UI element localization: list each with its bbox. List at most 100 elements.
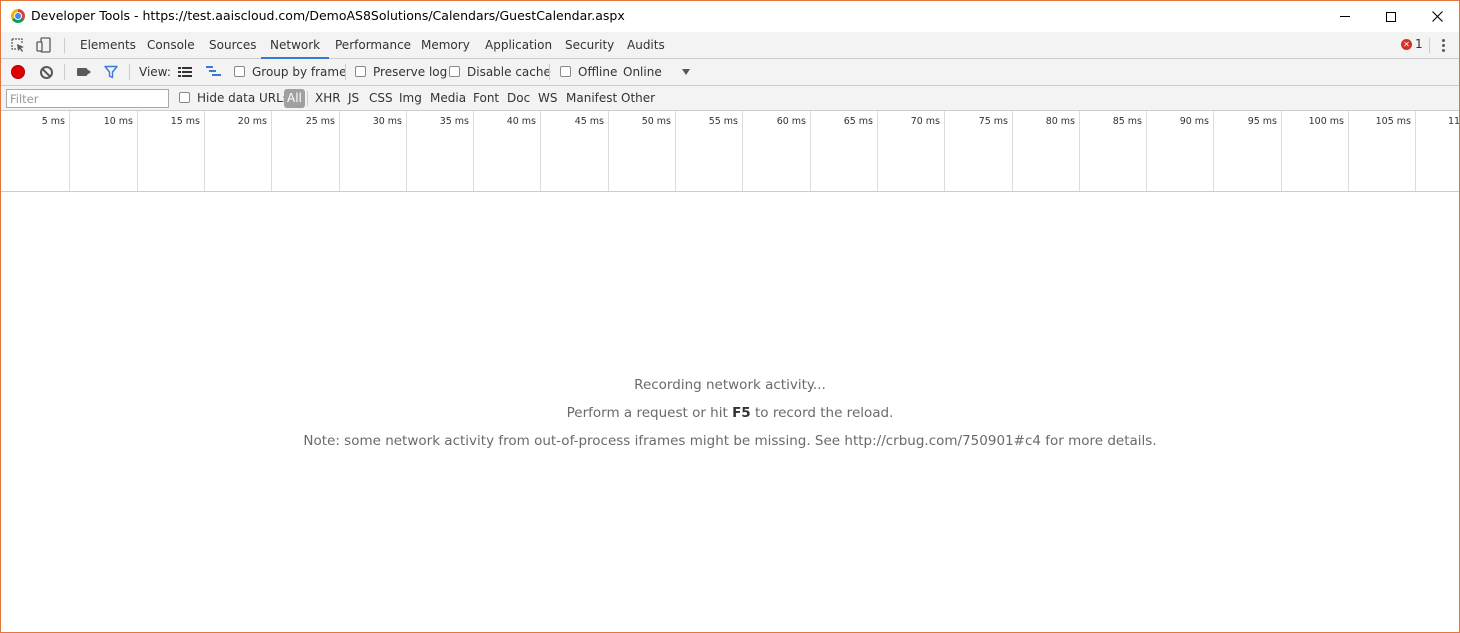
timeline-tick-label: 100 ms [1308, 116, 1344, 127]
timeline-tick-label: 15 ms [170, 116, 200, 127]
type-filter-font[interactable]: Font [473, 91, 499, 105]
timeline-tick-label: 55 ms [708, 116, 738, 127]
timeline-tick-label: 25 ms [305, 116, 335, 127]
timeline-gridline [473, 111, 474, 191]
timeline-tick-label: 75 ms [978, 116, 1008, 127]
timeline-tick-label: 85 ms [1112, 116, 1142, 127]
reload-hint-prefix: Perform a request or hit [566, 405, 733, 421]
group-by-frame-label: Group by frame [252, 65, 347, 79]
timeline-tick-label: 10 ms [103, 116, 133, 127]
tab-console[interactable]: Console [147, 32, 195, 58]
timeline-overview[interactable]: 5 ms 10 ms 15 ms 20 ms 25 ms 30 ms 35 ms 40 ms 4… [1, 111, 1460, 192]
recording-message: Recording network activity... [634, 377, 826, 393]
preserve-log-checkbox[interactable] [355, 66, 366, 77]
filter-icon[interactable] [104, 65, 118, 79]
timeline-tick-label: 45 ms [574, 116, 604, 127]
maximize-button[interactable] [1368, 1, 1414, 32]
timeline-tick-label: 105 ms [1375, 116, 1411, 127]
filter-divider [307, 91, 308, 106]
type-filter-doc[interactable]: Doc [507, 91, 530, 105]
tab-audits[interactable]: Audits [627, 32, 665, 58]
device-toolbar-icon[interactable] [36, 37, 52, 53]
tab-sources[interactable]: Sources [209, 32, 256, 58]
type-filter-ws[interactable]: WS [538, 91, 557, 105]
toolbar-divider [64, 64, 65, 80]
error-count[interactable]: 1 [1415, 37, 1423, 51]
tab-elements[interactable]: Elements [80, 32, 136, 58]
type-filter-css[interactable]: CSS [369, 91, 393, 105]
timeline-gridline [1146, 111, 1147, 191]
tab-divider [64, 38, 65, 53]
chrome-logo-icon [11, 9, 25, 23]
group-by-frame-checkbox[interactable] [234, 66, 245, 77]
large-request-rows-icon[interactable] [178, 67, 192, 77]
timeline-tick-label: 50 ms [641, 116, 671, 127]
timeline-gridline [1079, 111, 1080, 191]
tab-memory[interactable]: Memory [421, 32, 470, 58]
timeline-tick-label: 80 ms [1045, 116, 1075, 127]
timeline-tick-label: 5 ms [41, 116, 65, 127]
timeline-gridline [1348, 111, 1349, 191]
tab-network[interactable]: Network [261, 32, 330, 59]
tab-performance[interactable]: Performance [335, 32, 411, 58]
overview-waterfall-icon[interactable] [206, 66, 222, 78]
type-filter-img[interactable]: Img [399, 91, 422, 105]
throttling-dropdown-arrow-icon[interactable] [682, 69, 690, 75]
timeline-gridline [675, 111, 676, 191]
window-title: Developer Tools - https://test.aaiscloud… [31, 8, 625, 23]
type-filter-xhr[interactable]: XHR [315, 91, 341, 105]
filter-bar: Hide data URLs All XHR JS CSS Img Media … [1, 86, 1459, 111]
timeline-gridline [1213, 111, 1214, 191]
filter-input[interactable] [6, 89, 169, 108]
title-bar: Developer Tools - https://test.aaiscloud… [1, 1, 1459, 32]
type-filter-manifest[interactable]: Manifest [566, 91, 617, 105]
hide-data-urls-checkbox[interactable] [179, 92, 190, 103]
timeline-gridline [339, 111, 340, 191]
view-label: View: [139, 65, 171, 79]
timeline-tick-label: 70 ms [910, 116, 940, 127]
throttling-select[interactable]: Online [623, 65, 662, 79]
close-button[interactable] [1414, 1, 1460, 32]
disable-cache-label: Disable cache [467, 65, 551, 79]
type-filter-all[interactable]: All [284, 89, 305, 108]
timeline-tick-label: 95 ms [1247, 116, 1277, 127]
type-filter-js[interactable]: JS [348, 91, 359, 105]
timeline-tick-label: 90 ms [1179, 116, 1209, 127]
error-icon[interactable]: ✕ [1401, 39, 1412, 50]
offline-checkbox[interactable] [560, 66, 571, 77]
timeline-gridline [877, 111, 878, 191]
timeline-gridline [944, 111, 945, 191]
type-filter-other[interactable]: Other [621, 91, 655, 105]
timeline-tick-label: 30 ms [372, 116, 402, 127]
timeline-gridline [271, 111, 272, 191]
minimize-icon [1340, 16, 1350, 17]
record-button[interactable] [11, 65, 25, 79]
maximize-icon [1386, 11, 1396, 22]
close-icon [1431, 11, 1443, 22]
tab-divider [1429, 38, 1430, 53]
timeline-tick-label: 20 ms [237, 116, 267, 127]
network-toolbar: View: Group by frame Preserve log Disabl… [1, 59, 1459, 86]
hide-data-urls-label: Hide data URLs [197, 91, 290, 105]
timeline-gridline [204, 111, 205, 191]
inspect-element-icon[interactable] [10, 37, 26, 53]
tab-application[interactable]: Application [485, 32, 552, 58]
timeline-tick-label: 65 ms [843, 116, 873, 127]
timeline-gridline [810, 111, 811, 191]
preserve-log-label: Preserve log [373, 65, 448, 79]
minimize-button[interactable] [1322, 1, 1368, 32]
capture-screenshots-icon[interactable] [77, 68, 87, 76]
offline-label: Offline [578, 65, 618, 79]
timeline-gridline [1281, 111, 1282, 191]
tab-security[interactable]: Security [565, 32, 614, 58]
timeline-gridline [406, 111, 407, 191]
timeline-gridline [1012, 111, 1013, 191]
type-filter-media[interactable]: Media [430, 91, 466, 105]
more-options-icon[interactable] [1442, 39, 1445, 54]
timeline-gridline [137, 111, 138, 191]
toolbar-divider [549, 64, 550, 80]
disable-cache-checkbox[interactable] [449, 66, 460, 77]
reload-hint-key: F5 [732, 405, 751, 421]
timeline-gridline [742, 111, 743, 191]
clear-button[interactable] [40, 66, 53, 79]
